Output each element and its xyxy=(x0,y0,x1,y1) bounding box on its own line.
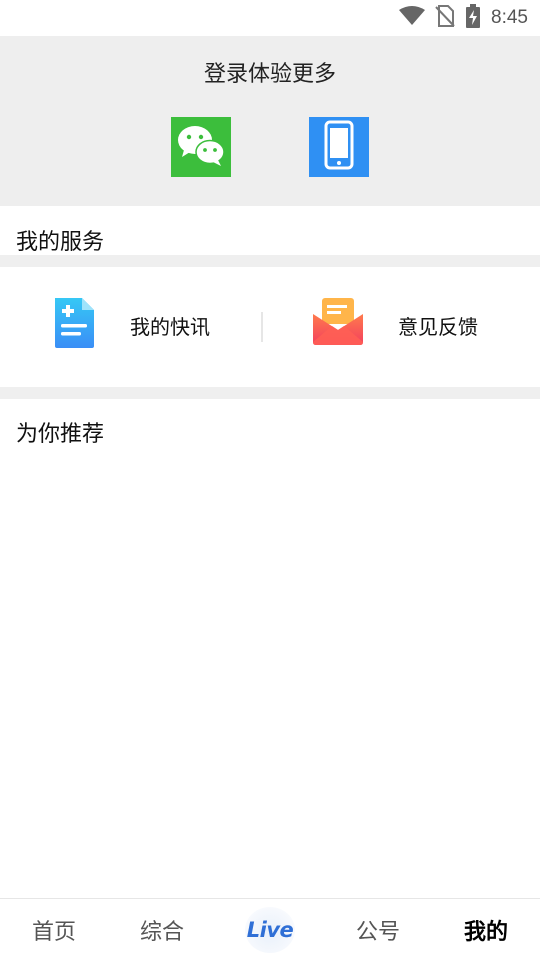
section-divider xyxy=(0,255,540,267)
status-icons: 8:45 xyxy=(399,4,528,32)
service-label: 我的快讯 xyxy=(130,314,210,339)
service-separator xyxy=(261,312,263,342)
wifi-icon xyxy=(399,6,426,30)
feedback-mail-icon xyxy=(312,298,364,352)
phone-icon xyxy=(324,120,354,174)
live-label: Live xyxy=(246,918,294,942)
tab-public-accounts[interactable]: 公号 xyxy=(324,899,432,961)
status-bar: 8:45 xyxy=(0,0,540,36)
live-badge: Live xyxy=(245,907,295,953)
services-row: 我的快讯 意见反馈 xyxy=(0,267,540,387)
tab-mine[interactable]: 我的 xyxy=(432,899,540,961)
phone-login-button[interactable] xyxy=(309,117,369,177)
battery-charging-icon xyxy=(465,4,481,32)
wechat-icon xyxy=(175,123,227,171)
login-panel: 登录体验更多 xyxy=(0,36,540,206)
no-sim-icon xyxy=(435,5,455,31)
services-header: 我的服务 xyxy=(16,230,105,255)
service-label: 意见反馈 xyxy=(398,314,478,339)
tab-home[interactable]: 首页 xyxy=(0,899,108,961)
tab-live[interactable]: Live xyxy=(216,899,324,961)
bottom-tab-bar: 首页 综合 Live 公号 我的 xyxy=(0,898,540,961)
quick-news-icon xyxy=(52,296,96,354)
login-title: 登录体验更多 xyxy=(203,62,336,87)
wechat-login-button[interactable] xyxy=(171,117,231,177)
recommend-header: 为你推荐 xyxy=(16,422,105,447)
tab-general[interactable]: 综合 xyxy=(108,899,216,961)
section-divider xyxy=(0,387,540,399)
service-item-feedback[interactable]: 意见反馈 xyxy=(312,295,478,355)
service-item-quick-news[interactable]: 我的快讯 xyxy=(52,295,210,355)
status-time: 8:45 xyxy=(491,7,528,28)
